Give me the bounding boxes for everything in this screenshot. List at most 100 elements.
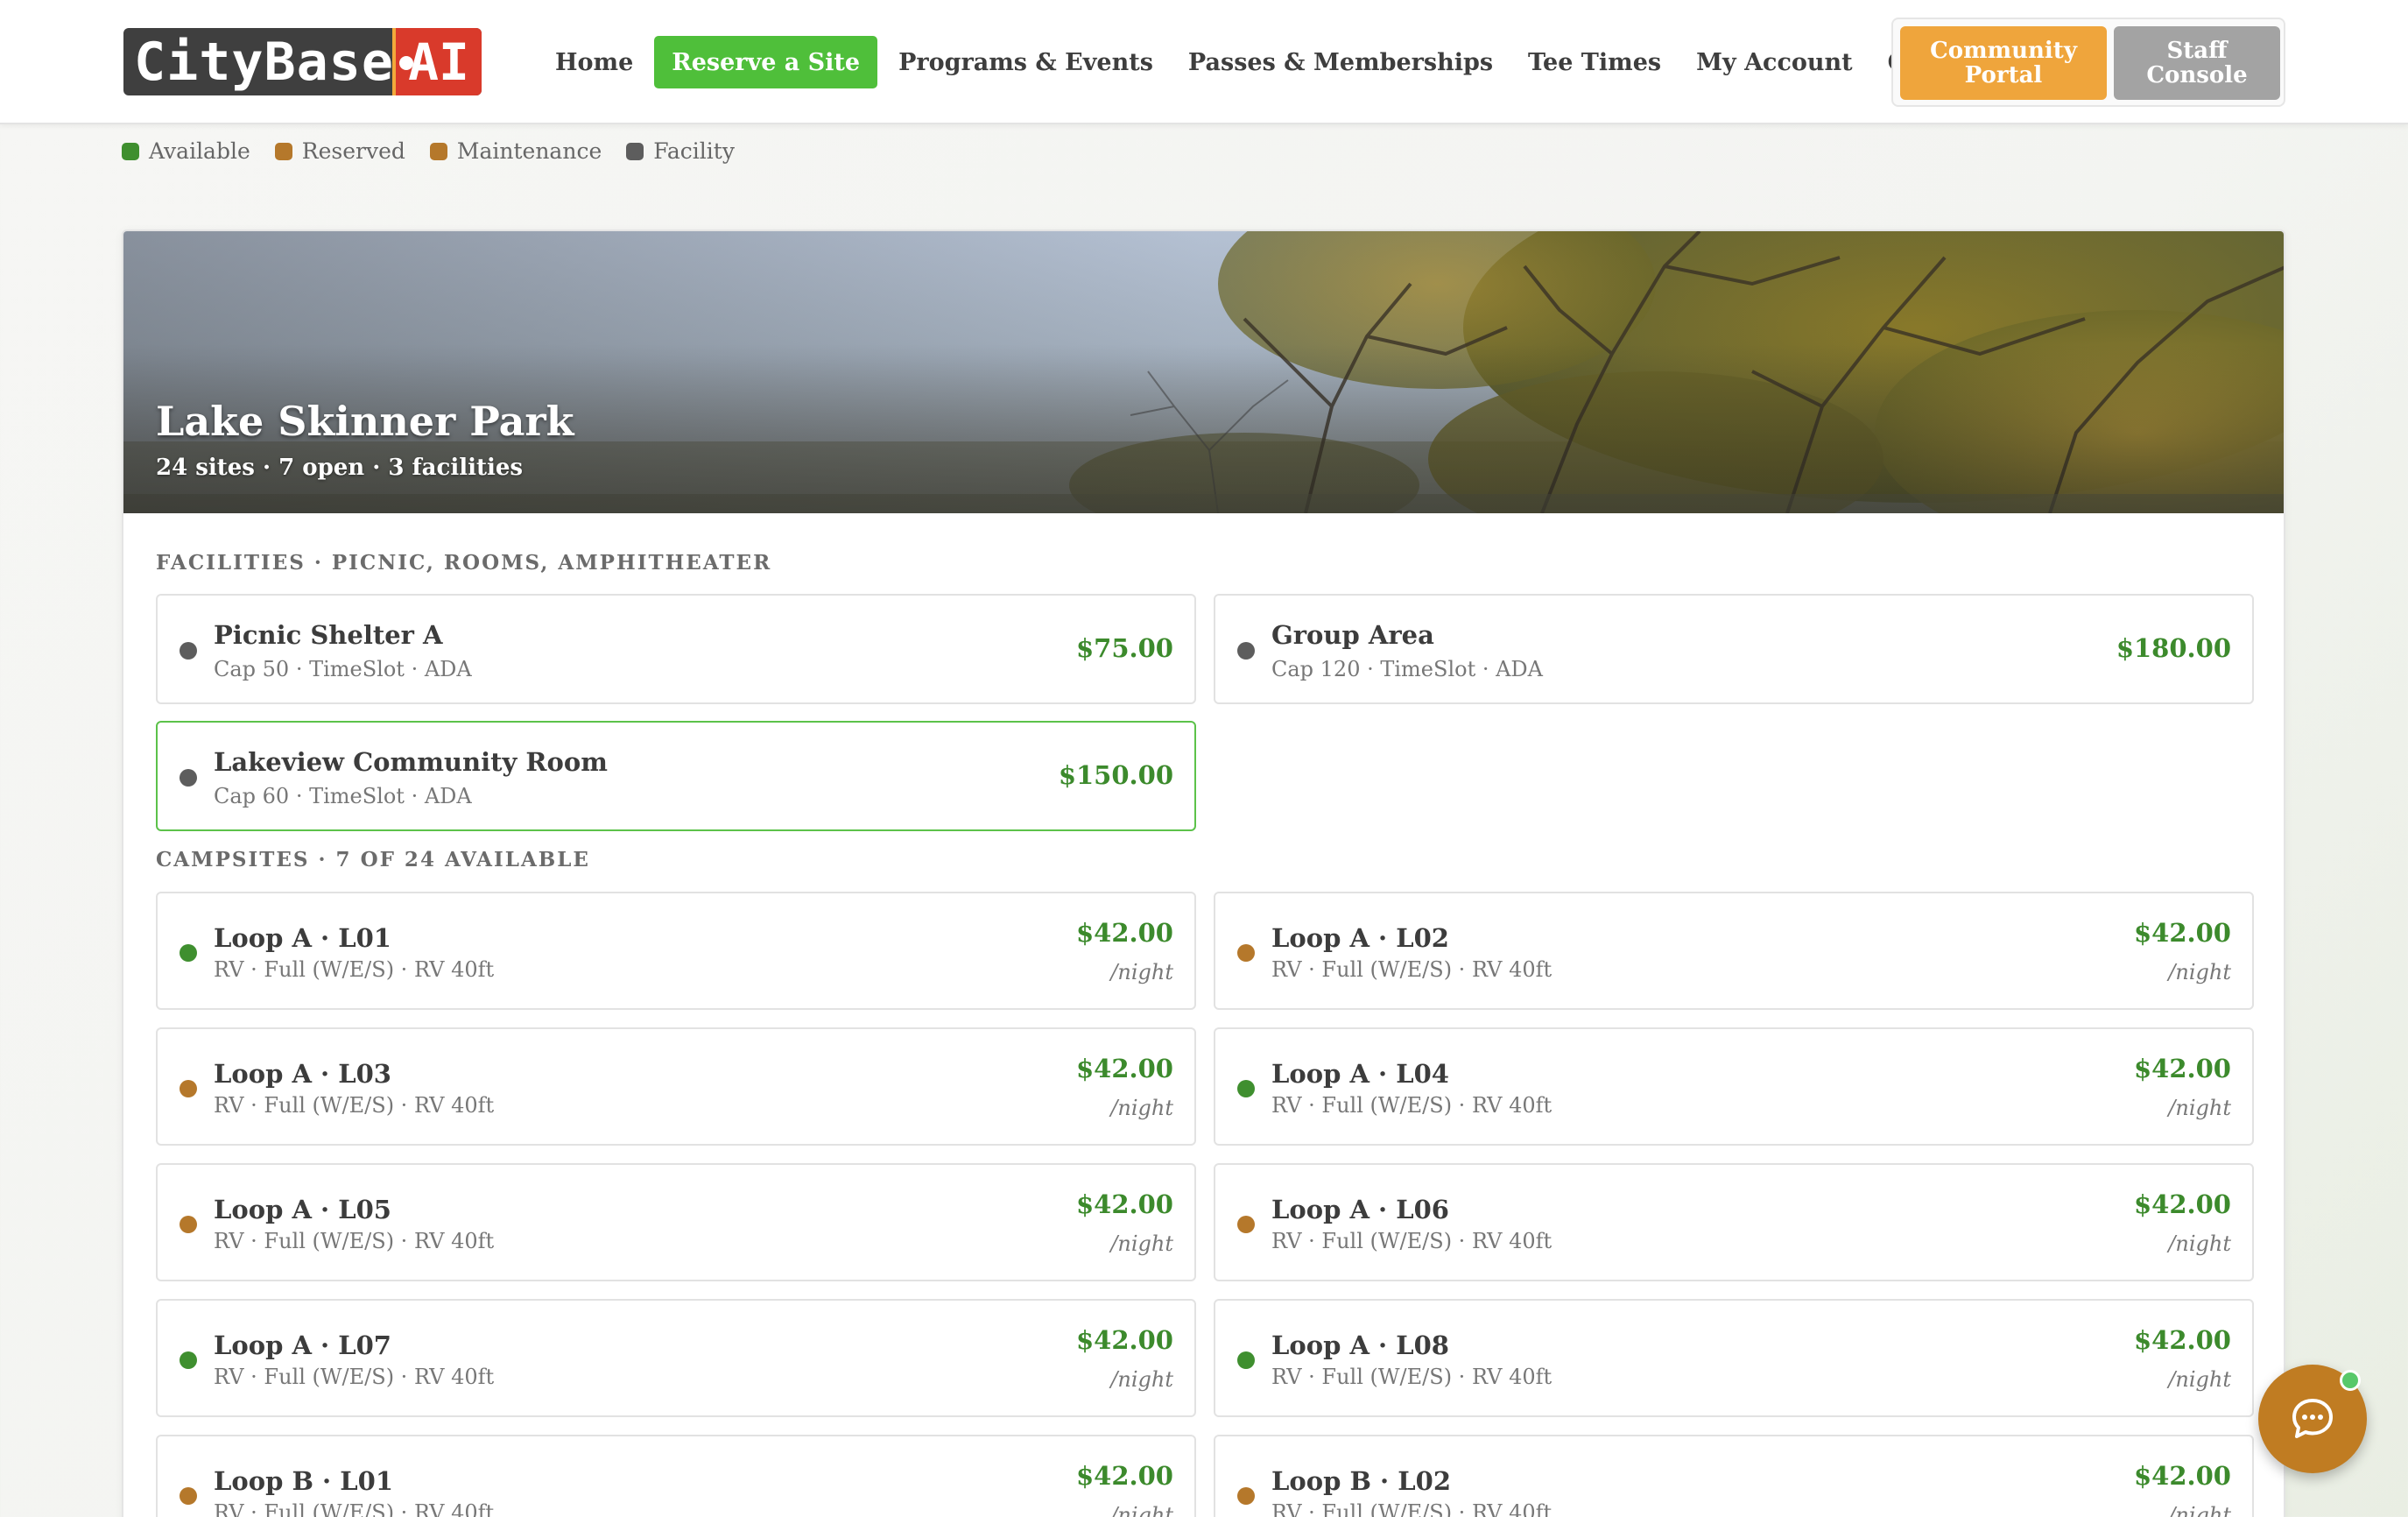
campsite-price: $42.00	[2134, 1461, 2231, 1491]
facility-status-icon	[180, 642, 197, 660]
reserved-status-icon	[1237, 1487, 1255, 1505]
reserved-status-icon	[180, 1487, 197, 1505]
reserved-status-icon	[1237, 1216, 1255, 1233]
available-swatch-icon	[122, 142, 139, 160]
maintenance-swatch-icon	[429, 142, 447, 160]
campsite-name: Loop A · L06	[1271, 1195, 1449, 1224]
logo-text: CityBase	[134, 31, 394, 93]
campsite-meta: RV · Full (W/E/S) · RV 40ft	[1271, 1093, 1553, 1118]
campsite-price: $42.00	[2134, 1189, 2231, 1219]
logo-ai-badge: AI	[392, 28, 482, 95]
facility-card[interactable]: Group Area Cap 120 · TimeSlot · ADA $180…	[1214, 594, 2254, 704]
reserved-swatch-icon	[274, 142, 292, 160]
citybase-logo[interactable]: CityBase AI	[123, 28, 482, 95]
campsite-price-unit: /night	[2168, 1096, 2231, 1120]
campsite-meta: RV · Full (W/E/S) · RV 40ft	[1271, 957, 1553, 982]
campsite-price: $42.00	[1076, 1461, 1173, 1491]
campsite-card[interactable]: Loop A · L05 RV · Full (W/E/S) · RV 40ft…	[156, 1163, 1196, 1281]
reserved-status-icon	[180, 1080, 197, 1097]
available-status-icon	[180, 1351, 197, 1369]
campsite-price-unit: /night	[2168, 1503, 2231, 1517]
nav-passes-memberships[interactable]: Passes & Memberships	[1171, 36, 1510, 88]
campsite-price-unit: /night	[1110, 1231, 1173, 1256]
legend-reserved: Reserved	[274, 138, 405, 164]
nav-tee-times[interactable]: Tee Times	[1510, 36, 1679, 88]
campsite-price-unit: /night	[2168, 960, 2231, 984]
facility-card[interactable]: Picnic Shelter A Cap 50 · TimeSlot · ADA…	[156, 594, 1196, 704]
facility-card-selected[interactable]: Lakeview Community Room Cap 60 · TimeSlo…	[156, 721, 1196, 831]
campsite-price: $42.00	[2134, 1325, 2231, 1355]
campsite-price: $42.00	[2134, 1054, 2231, 1083]
campsite-name: Loop A · L02	[1271, 923, 1449, 953]
campsite-meta: RV · Full (W/E/S) · RV 40ft	[1271, 1365, 1553, 1389]
nav-my-account[interactable]: My Account	[1679, 36, 1870, 88]
campsite-name: Loop B · L02	[1271, 1466, 1451, 1496]
facility-meta: Cap 120 · TimeSlot · ADA	[1271, 657, 1544, 681]
available-status-icon	[1237, 1080, 1255, 1097]
legend-facility: Facility	[626, 138, 735, 164]
facility-status-icon	[1237, 642, 1255, 660]
campsite-price-unit: /night	[1110, 1503, 1173, 1517]
campsite-card[interactable]: Loop B · L02 RV · Full (W/E/S) · RV 40ft…	[1214, 1435, 2254, 1517]
reserved-status-icon	[1237, 944, 1255, 962]
campsite-card[interactable]: Loop A · L08 RV · Full (W/E/S) · RV 40ft…	[1214, 1299, 2254, 1417]
park-hero-image: Lake Skinner Park 24 sites · 7 open · 3 …	[123, 231, 2284, 513]
campsite-price: $42.00	[2134, 918, 2231, 948]
campsite-card[interactable]: Loop A · L02 RV · Full (W/E/S) · RV 40ft…	[1214, 892, 2254, 1010]
campsite-card[interactable]: Loop A · L04 RV · Full (W/E/S) · RV 40ft…	[1214, 1027, 2254, 1146]
campsite-meta: RV · Full (W/E/S) · RV 40ft	[1271, 1229, 1553, 1253]
campsite-meta: RV · Full (W/E/S) · RV 40ft	[214, 1093, 495, 1118]
chat-bubble-icon	[2292, 1399, 2333, 1438]
campsite-meta: RV · Full (W/E/S) · RV 40ft	[214, 1229, 495, 1253]
community-portal-button[interactable]: Community Portal	[1900, 26, 2107, 100]
campsite-meta: RV · Full (W/E/S) · RV 40ft	[214, 1365, 495, 1389]
nav-home[interactable]: Home	[538, 36, 651, 88]
facilities-heading: FACILITIES · PICNIC, ROOMS, AMPHITHEATER	[156, 551, 772, 575]
campsite-meta: RV · Full (W/E/S) · RV 40ft	[1271, 1500, 1553, 1517]
legend-available: Available	[122, 138, 250, 164]
campsite-name: Loop A · L04	[1271, 1059, 1449, 1089]
campsite-name: Loop A · L03	[214, 1059, 391, 1089]
campsite-name: Loop A · L07	[214, 1330, 391, 1360]
campsite-card[interactable]: Loop A · L06 RV · Full (W/E/S) · RV 40ft…	[1214, 1163, 2254, 1281]
campsite-card[interactable]: Loop A · L07 RV · Full (W/E/S) · RV 40ft…	[156, 1299, 1196, 1417]
campsite-price: $42.00	[1076, 1325, 1173, 1355]
available-status-icon	[1237, 1351, 1255, 1369]
park-summary: 24 sites · 7 open · 3 facilities	[156, 455, 524, 481]
reserved-status-icon	[180, 1216, 197, 1233]
campsite-price: $42.00	[1076, 918, 1173, 948]
logo-ai-text: AI	[408, 32, 469, 92]
facility-name: Picnic Shelter A	[214, 620, 443, 650]
campsite-meta: RV · Full (W/E/S) · RV 40ft	[214, 957, 495, 982]
legend-label: Available	[149, 138, 250, 164]
nav-programs-events[interactable]: Programs & Events	[881, 36, 1171, 88]
facility-name: Lakeview Community Room	[214, 747, 608, 777]
facility-meta: Cap 50 · TimeSlot · ADA	[214, 657, 472, 681]
campsite-name: Loop B · L01	[214, 1466, 393, 1496]
portal-switcher: Community Portal Staff Console	[1891, 18, 2285, 107]
main-nav: Home Reserve a Site Programs & Events Pa…	[538, 35, 1962, 89]
campsite-name: Loop A · L05	[214, 1195, 391, 1224]
campsite-card[interactable]: Loop A · L01 RV · Full (W/E/S) · RV 40ft…	[156, 892, 1196, 1010]
campsite-price: $42.00	[1076, 1189, 1173, 1219]
chat-online-indicator	[2340, 1370, 2361, 1391]
campsite-price-unit: /night	[1110, 1367, 1173, 1392]
facility-price: $180.00	[2116, 633, 2231, 663]
campsite-price: $42.00	[1076, 1054, 1173, 1083]
campsite-name: Loop A · L01	[214, 923, 391, 953]
logo-dot-icon	[399, 56, 413, 70]
legend-label: Maintenance	[456, 138, 602, 164]
legend-label: Facility	[653, 138, 735, 164]
facility-status-icon	[180, 769, 197, 787]
legend-maintenance: Maintenance	[429, 138, 602, 164]
campsite-card[interactable]: Loop A · L03 RV · Full (W/E/S) · RV 40ft…	[156, 1027, 1196, 1146]
nav-reserve-a-site[interactable]: Reserve a Site	[654, 36, 878, 88]
campsite-name: Loop A · L08	[1271, 1330, 1449, 1360]
campsite-price-unit: /night	[1110, 960, 1173, 984]
staff-console-button[interactable]: Staff Console	[2114, 26, 2280, 100]
campsite-card[interactable]: Loop B · L01 RV · Full (W/E/S) · RV 40ft…	[156, 1435, 1196, 1517]
site-header: CityBase AI Home Reserve a Site Programs…	[0, 0, 2408, 124]
facility-price: $75.00	[1076, 633, 1173, 663]
facility-name: Group Area	[1271, 620, 1434, 650]
facility-price: $150.00	[1058, 760, 1173, 790]
